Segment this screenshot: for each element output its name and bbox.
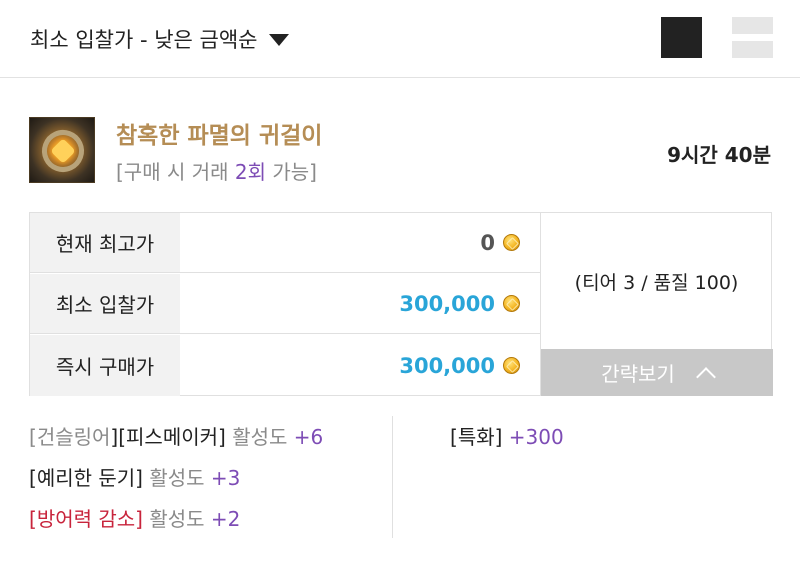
bracket: [ <box>29 425 37 449</box>
bracket: ] <box>135 466 143 490</box>
stat-name: 특화 <box>457 425 495 449</box>
trade-suffix: 가능] <box>266 160 317 184</box>
class-engraving-name: 건슬링어 <box>36 425 111 449</box>
grid-view-icon[interactable] <box>661 17 702 58</box>
bracket: [ <box>450 425 458 449</box>
activation-label: 활성도 <box>142 507 211 531</box>
price-value-wrap: 300,000 <box>399 274 520 333</box>
price-value-wrap: 300,000 <box>399 335 520 396</box>
bracket: ] <box>135 507 143 531</box>
activation-value: +2 <box>210 507 241 531</box>
gold-coin-icon <box>503 357 520 374</box>
tier-quality: (티어 3 / 품질 100) <box>574 271 739 294</box>
gold-coin-icon <box>503 234 520 251</box>
activation-label: 활성도 <box>142 466 211 490</box>
sort-label: 최소 입찰가 - 낮은 금액순 <box>30 28 258 52</box>
bracket: [ <box>29 466 37 490</box>
effect-line: [방어력 감소] 활성도 +2 <box>29 499 323 540</box>
penalty-engraving-name: 방어력 감소 <box>36 507 136 531</box>
list-bar <box>732 17 773 34</box>
bracket: [ <box>29 507 37 531</box>
trade-prefix: [구매 시 거래 <box>116 160 235 184</box>
engraving-name: 피스메이커 <box>126 425 219 449</box>
trade-count: 2회 <box>234 160 266 184</box>
price-row-current-bid: 현재 최고가 0 <box>30 213 540 273</box>
activation-label: 활성도 <box>225 425 294 449</box>
list-view-icon[interactable] <box>732 17 773 58</box>
price-value: 300,000 <box>399 353 495 378</box>
effects-divider <box>392 416 393 538</box>
gold-coin-icon <box>503 295 520 312</box>
top-bar: 최소 입찰가 - 낮은 금액순 <box>0 0 800 78</box>
engraving-name: 예리한 둔기 <box>36 466 136 490</box>
activation-value: +6 <box>293 425 324 449</box>
price-label: 즉시 구매가 <box>30 335 180 396</box>
chevron-up-icon <box>695 366 716 387</box>
price-label: 최소 입찰가 <box>30 274 180 333</box>
stat-line: [특화] +300 <box>450 417 564 458</box>
caret-down-icon <box>269 34 290 46</box>
price-row-min-bid: 최소 입찰가 300,000 <box>30 274 540 334</box>
bracket: ] <box>218 425 226 449</box>
item-detail-panel: (티어 3 / 품질 100) 간략보기 <box>540 213 773 396</box>
stat-effects: [특화] +300 <box>450 417 564 458</box>
price-label: 현재 최고가 <box>30 213 180 272</box>
price-value: 0 <box>480 230 495 255</box>
stat-value: +300 <box>502 425 564 449</box>
earring-item-icon[interactable] <box>29 117 95 183</box>
effect-line: [예리한 둔기] 활성도 +3 <box>29 458 323 499</box>
activation-value: +3 <box>210 466 241 490</box>
trade-limit: [구매 시 거래 2회 가능] <box>116 156 317 185</box>
price-table: 현재 최고가 0 최소 입찰가 300,000 즉시 구매가 300,000 (… <box>29 212 773 396</box>
collapse-label: 간략보기 <box>601 362 675 386</box>
list-bar <box>732 41 773 58</box>
sort-dropdown[interactable]: 최소 입찰가 - 낮은 금액순 <box>30 22 290 56</box>
engraving-effects: [건슬링어][피스메이커] 활성도 +6 [예리한 둔기] 활성도 +3 [방어… <box>29 417 323 540</box>
bracket: ][ <box>110 425 127 449</box>
price-row-buy-now: 즉시 구매가 300,000 <box>30 335 540 396</box>
collapse-button[interactable]: 간략보기 <box>541 349 773 396</box>
item-name[interactable]: 참혹한 파멸의 귀걸이 <box>116 116 322 150</box>
remaining-time: 9시간 40분 <box>667 143 771 167</box>
price-value-wrap: 0 <box>480 213 520 272</box>
price-value: 300,000 <box>399 291 495 316</box>
effect-line: [건슬링어][피스메이커] 활성도 +6 <box>29 417 323 458</box>
